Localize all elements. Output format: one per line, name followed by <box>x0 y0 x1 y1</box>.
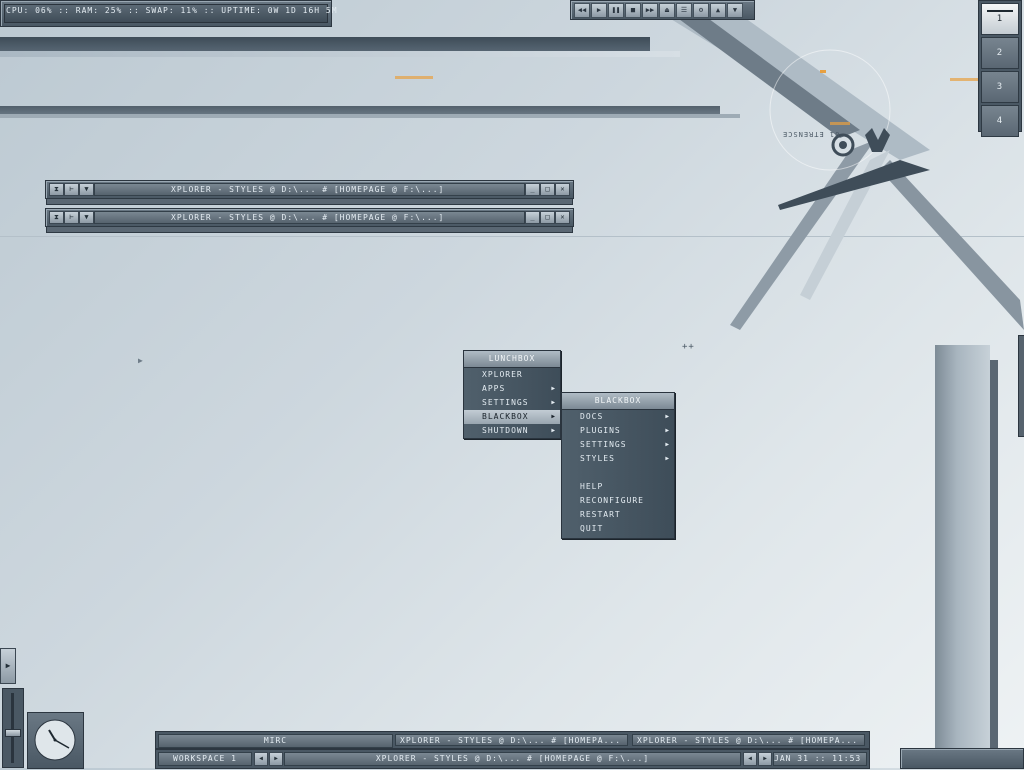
menu-item-label: RECONFIGURE <box>580 496 644 505</box>
minimize-icon[interactable]: _ <box>525 183 540 196</box>
next-icon[interactable]: ▶▶ <box>642 3 658 18</box>
window-bottom-frame <box>46 198 573 205</box>
wallpaper-logo-text: 01 ETRENSCE <box>782 130 840 138</box>
xplorer-window-2[interactable]: ⧗ ⊢ ▼ XPLORER - STYLES @ D:\... # [HOMEP… <box>45 208 574 233</box>
workspace-4-button[interactable]: 4 <box>981 105 1019 137</box>
volume-up-icon[interactable]: ▲ <box>710 3 726 18</box>
window-menu-icon[interactable]: ⧗ <box>49 211 64 224</box>
blackbox-item-help[interactable]: HELP <box>562 480 674 494</box>
blackbox-item-styles[interactable]: STYLES ▶ <box>562 452 674 466</box>
task-list: MIRC XPLORER - STYLES @ D:\... # [HOMEPA… <box>155 731 870 749</box>
blackbox-item-restart[interactable]: RESTART <box>562 508 674 522</box>
menu-item-label: HELP <box>580 482 604 491</box>
menu-item-label: STYLES <box>580 454 615 463</box>
play-icon[interactable]: ▶ <box>591 3 607 18</box>
lunchbox-item-xplorer[interactable]: XPLORER <box>464 368 560 382</box>
menu-item-label: APPS <box>482 384 506 393</box>
close-icon[interactable]: ✕ <box>555 183 570 196</box>
window-pin-icon[interactable]: ⊢ <box>64 211 79 224</box>
volume-down-icon[interactable]: ▼ <box>727 3 743 18</box>
prev-icon[interactable]: ◀◀ <box>574 3 590 18</box>
task-item-xplorer-1[interactable]: XPLORER - STYLES @ D:\... # [HOMEPA... <box>395 734 628 746</box>
task-item-xplorer-2[interactable]: XPLORER - STYLES @ D:\... # [HOMEPA... <box>632 734 865 746</box>
menu-item-label: SETTINGS <box>482 398 529 407</box>
window-titlebar[interactable]: XPLORER - STYLES @ D:\... # [HOMEPAGE @ … <box>94 211 525 224</box>
expand-arrow-button[interactable]: ▶ <box>0 648 16 684</box>
lunchbox-item-apps[interactable]: APPS ▶ <box>464 382 560 396</box>
analog-clock <box>27 712 84 769</box>
toolbar: WORKSPACE 1 ◀ ▶ XPLORER - STYLES @ D:\..… <box>155 749 870 769</box>
system-monitor: CPU: 06% :: RAM: 25% :: SWAP: 11% :: UPT… <box>0 0 337 27</box>
current-window-title: XPLORER - STYLES @ D:\... # [HOMEPAGE @ … <box>284 752 741 766</box>
pause-icon[interactable]: ❚❚ <box>608 3 624 18</box>
menu-item-label: QUIT <box>580 524 604 533</box>
menu-separator <box>562 466 674 480</box>
window-pin-icon[interactable]: ⊢ <box>64 183 79 196</box>
blackbox-item-settings[interactable]: SETTINGS ▶ <box>562 438 674 452</box>
menu-item-label: RESTART <box>580 510 621 519</box>
submenu-arrow-icon: ▶ <box>551 399 555 406</box>
menu-item-label: BLACKBOX <box>482 412 529 421</box>
workspace-prev-icon[interactable]: ◀ <box>254 752 268 766</box>
maximize-icon[interactable]: □ <box>540 211 555 224</box>
blackbox-item-reconfigure[interactable]: RECONFIGURE <box>562 494 674 508</box>
workspace-3-button[interactable]: 3 <box>981 71 1019 103</box>
submenu-arrow-icon: ▶ <box>665 413 669 420</box>
workspace-label[interactable]: WORKSPACE 1 <box>158 752 252 766</box>
window-bottom-frame <box>46 226 573 233</box>
window-prev-icon[interactable]: ◀ <box>743 752 757 766</box>
close-icon[interactable]: ✕ <box>555 211 570 224</box>
blackbox-menu-title: BLACKBOX <box>562 393 674 410</box>
menu-item-label: SETTINGS <box>580 440 627 449</box>
taskbar-clock: JAN 31 :: 11:53 AM <box>773 752 867 766</box>
workspace-next-icon[interactable]: ▶ <box>269 752 283 766</box>
lunchbox-item-settings[interactable]: SETTINGS ▶ <box>464 396 560 410</box>
settings-icon[interactable]: ⚙ <box>693 3 709 18</box>
submenu-arrow-icon: ▶ <box>665 441 669 448</box>
blackbox-item-plugins[interactable]: PLUGINS ▶ <box>562 424 674 438</box>
lunchbox-item-shutdown[interactable]: SHUTDOWN ▶ <box>464 424 560 438</box>
minimize-icon[interactable]: _ <box>525 211 540 224</box>
menu-item-label: SHUTDOWN <box>482 426 529 435</box>
stop-icon[interactable]: ■ <box>625 3 641 18</box>
workspace-2-button[interactable]: 2 <box>981 37 1019 69</box>
workspace-pager: 1 2 3 4 <box>978 0 1022 137</box>
submenu-arrow-icon: ▶ <box>665 427 669 434</box>
lunchbox-item-blackbox[interactable]: BLACKBOX ▶ <box>464 410 560 424</box>
task-item-mirc[interactable]: MIRC <box>158 734 393 748</box>
window-shade-icon[interactable]: ▼ <box>79 211 94 224</box>
window-title: XPLORER - STYLES @ D:\... # [HOMEPAGE @ … <box>171 213 445 222</box>
menu-item-label: PLUGINS <box>580 426 621 435</box>
blackbox-item-quit[interactable]: QUIT <box>562 522 674 536</box>
window-shade-icon[interactable]: ▼ <box>79 183 94 196</box>
volume-slider[interactable] <box>2 688 24 768</box>
window-title: XPLORER - STYLES @ D:\... # [HOMEPAGE @ … <box>171 185 445 194</box>
media-toolbar: ◀◀ ▶ ❚❚ ■ ▶▶ ⏏ ☰ ⚙ ▲ ▼ <box>570 0 755 20</box>
submenu-arrow-icon: ▶ <box>551 385 555 392</box>
workspace-1-button[interactable]: 1 <box>981 3 1019 35</box>
submenu-arrow-icon: ▶ <box>551 413 555 420</box>
xplorer-window-1[interactable]: ⧗ ⊢ ▼ XPLORER - STYLES @ D:\... # [HOMEP… <box>45 180 574 205</box>
slider-knob[interactable] <box>5 729 21 737</box>
clock-face-icon <box>34 719 76 761</box>
lunchbox-menu-title: LUNCHBOX <box>464 351 560 368</box>
blackbox-menu: BLACKBOX DOCS ▶ PLUGINS ▶ SETTINGS ▶ STYLES ▶ HE… <box>561 392 675 539</box>
edge-scrollbar[interactable] <box>1018 335 1024 437</box>
system-monitor-text: CPU: 06% :: RAM: 25% :: SWAP: 11% :: UPT… <box>6 6 338 15</box>
wallpaper-shards <box>640 0 1024 330</box>
submenu-arrow-icon: ▶ <box>665 455 669 462</box>
lunchbox-menu: LUNCHBOX XPLORER APPS ▶ SETTINGS ▶ BLACKBOX ▶ S… <box>463 350 561 439</box>
window-menu-icon[interactable]: ⧗ <box>49 183 64 196</box>
blackbox-item-docs[interactable]: DOCS ▶ <box>562 410 674 424</box>
menu-item-label: DOCS <box>580 412 604 421</box>
maximize-icon[interactable]: □ <box>540 183 555 196</box>
playlist-icon[interactable]: ☰ <box>676 3 692 18</box>
submenu-arrow-icon: ▶ <box>551 427 555 434</box>
slider-track <box>11 693 14 763</box>
window-titlebar[interactable]: XPLORER - STYLES @ D:\... # [HOMEPAGE @ … <box>94 183 525 196</box>
eject-icon[interactable]: ⏏ <box>659 3 675 18</box>
window-next-icon[interactable]: ▶ <box>758 752 772 766</box>
system-tray <box>900 748 1024 769</box>
menu-item-label: XPLORER <box>482 370 523 379</box>
